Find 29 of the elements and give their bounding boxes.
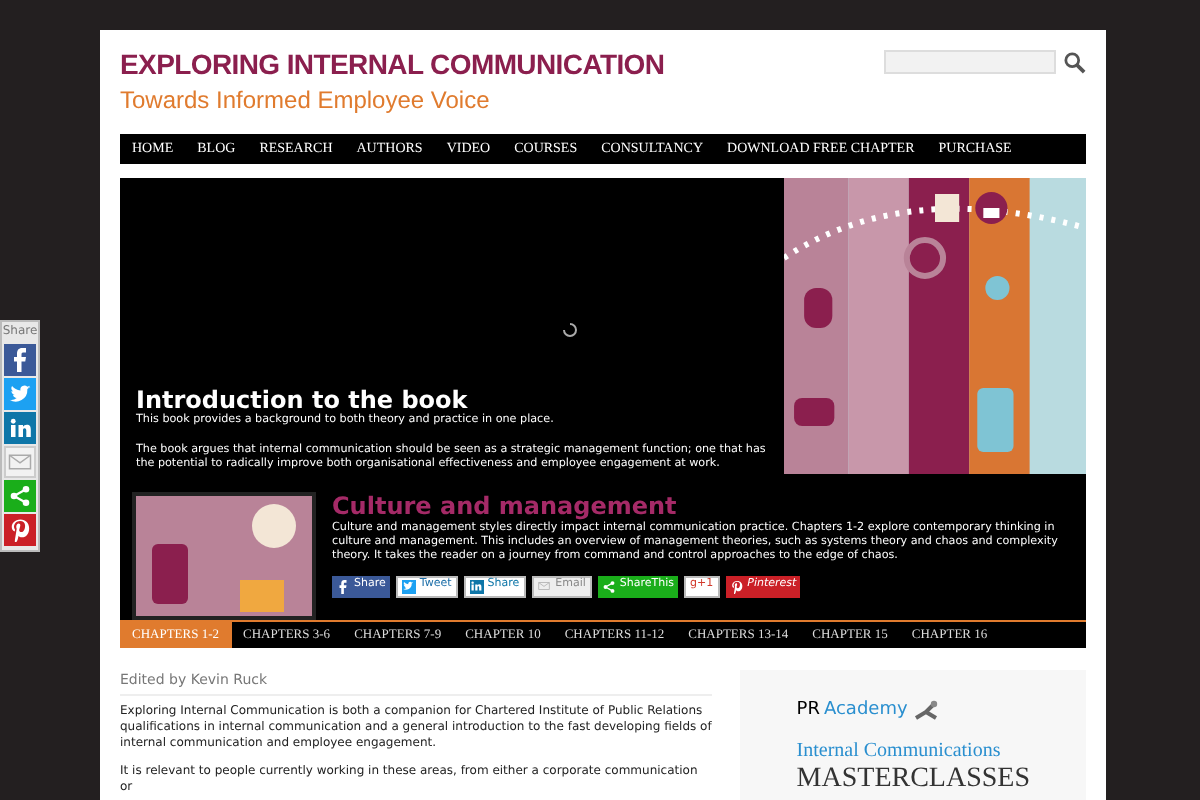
bird-icon [402, 580, 415, 593]
brand-name: Academy [823, 698, 908, 725]
site-tagline: Towards Informed Employee Voice [120, 84, 492, 118]
brand-prefix: PR [796, 698, 820, 725]
molecule-logo-icon [911, 699, 940, 724]
twitter-share-button[interactable] [4, 378, 36, 410]
site-title: EXPLORING INTERNAL COMMUNICATION [120, 46, 665, 82]
sharethis-share-button[interactable] [4, 480, 36, 512]
linkedin-icon [8, 416, 32, 440]
ad-heading: Internal Communications [796, 737, 1003, 766]
pin-icon [729, 579, 744, 594]
bird-icon [8, 382, 32, 406]
envelope-icon [8, 450, 32, 474]
facebook-share-button[interactable] [4, 344, 36, 376]
ad-subheading: MASTERCLASSES [796, 765, 1030, 794]
slide-title: Introduction to the book [136, 386, 468, 415]
envelope-icon [538, 580, 551, 593]
search-icon[interactable] [1064, 51, 1086, 73]
facebook-icon [8, 348, 32, 372]
facebook-icon [336, 579, 350, 594]
loading-spinner-icon [562, 321, 578, 338]
pin-icon [8, 518, 32, 542]
pinterest-share-button[interactable] [4, 514, 36, 546]
linkedin-icon [470, 580, 483, 593]
share-icon [601, 579, 616, 594]
linkedin-share-button[interactable] [4, 412, 36, 444]
share-icon [8, 484, 32, 508]
feature-title: Culture and management [332, 491, 679, 520]
search-field[interactable] [884, 50, 1056, 74]
